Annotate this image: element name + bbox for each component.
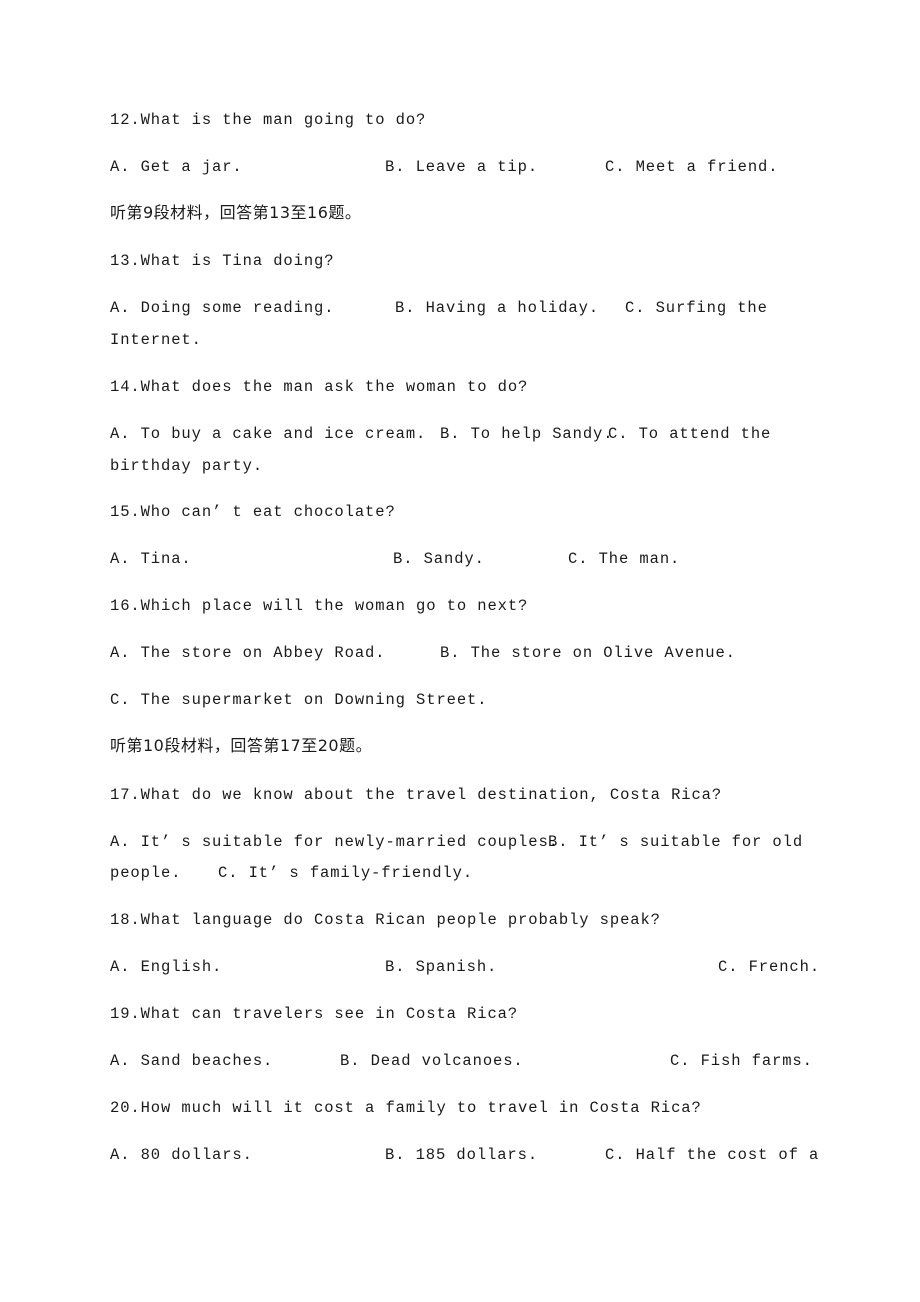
option-20-c[interactable]: C. Half the cost of a <box>605 1145 819 1165</box>
option-16-b[interactable]: B. The store on Olive Avenue. <box>440 643 736 663</box>
question-stem-12: 12.What is the man going to do? <box>110 111 427 129</box>
option-17-b-wrap[interactable]: people. <box>110 863 181 883</box>
section-heading-9: 听第9段材料，回答第13至16题。 <box>110 203 362 222</box>
option-18-c[interactable]: C. French. <box>718 957 820 977</box>
option-17-b[interactable]: B. It’ s suitable for old <box>548 832 803 852</box>
exam-page: 12.What is the man going to do? A. Get a… <box>0 0 920 1302</box>
option-20-a[interactable]: A. 80 dollars. <box>110 1145 253 1165</box>
option-15-b[interactable]: B. Sandy. <box>393 549 485 569</box>
option-14-a[interactable]: A. To buy a cake and ice cream. <box>110 424 426 444</box>
option-16-a[interactable]: A. The store on Abbey Road. <box>110 643 385 663</box>
option-20-b[interactable]: B. 185 dollars. <box>385 1145 538 1165</box>
question-stem-20: 20.How much will it cost a family to tra… <box>110 1099 702 1117</box>
option-19-c[interactable]: C. Fish farms. <box>670 1051 813 1071</box>
question-stem-13: 13.What is Tina doing? <box>110 252 335 270</box>
option-14-b[interactable]: B. To help Sandy. <box>440 424 613 444</box>
option-17-c[interactable]: C. It’ s family-friendly. <box>218 863 473 883</box>
option-13-b[interactable]: B. Having a holiday. <box>395 298 599 318</box>
option-18-b[interactable]: B. Spanish. <box>385 957 497 977</box>
section-heading-10: 听第10段材料，回答第17至20题。 <box>110 736 373 755</box>
question-stem-16: 16.Which place will the woman go to next… <box>110 597 529 615</box>
option-12-c[interactable]: C. Meet a friend. <box>605 157 778 177</box>
option-18-a[interactable]: A. English. <box>110 957 222 977</box>
option-15-a[interactable]: A. Tina. <box>110 549 192 569</box>
question-stem-18: 18.What language do Costa Rican people p… <box>110 911 661 929</box>
question-stem-19: 19.What can travelers see in Costa Rica? <box>110 1005 519 1023</box>
option-15-c[interactable]: C. The man. <box>568 549 680 569</box>
question-stem-17: 17.What do we know about the travel dest… <box>110 786 723 804</box>
option-12-a[interactable]: A. Get a jar. <box>110 157 243 177</box>
option-16-c[interactable]: C. The supermarket on Downing Street. <box>110 690 487 710</box>
question-stem-14: 14.What does the man ask the woman to do… <box>110 378 529 396</box>
option-12-b[interactable]: B. Leave a tip. <box>385 157 538 177</box>
option-17-a[interactable]: A. It’ s suitable for newly-married coup… <box>110 832 559 852</box>
option-13-a[interactable]: A. Doing some reading. <box>110 298 334 318</box>
option-13-c[interactable]: C. Surfing the <box>625 298 768 318</box>
option-14-c-wrap[interactable]: birthday party. <box>110 456 263 476</box>
question-stem-15: 15.Who can’ t eat chocolate? <box>110 503 396 521</box>
option-14-c[interactable]: C. To attend the <box>608 424 771 444</box>
option-19-a[interactable]: A. Sand beaches. <box>110 1051 273 1071</box>
option-19-b[interactable]: B. Dead volcanoes. <box>340 1051 524 1071</box>
option-13-c-wrap[interactable]: Internet. <box>110 330 202 350</box>
